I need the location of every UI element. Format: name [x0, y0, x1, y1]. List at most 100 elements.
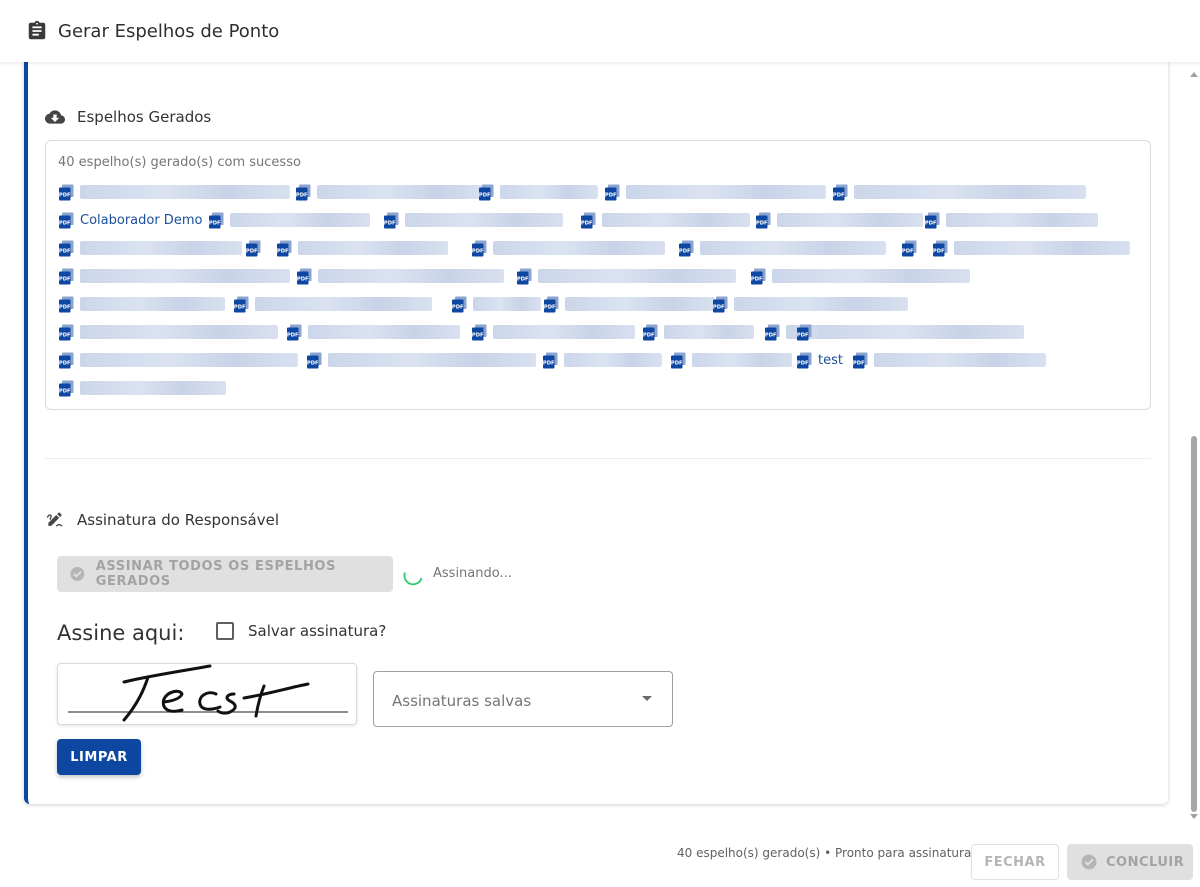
pdf-file-link[interactable]: PDF	[471, 237, 665, 259]
pdf-row: PDF PDF PDF PDF PDF PDF	[58, 319, 1148, 347]
pdf-file-icon: PDF	[542, 352, 558, 369]
pdf-file-link[interactable]: PDF	[580, 209, 750, 231]
pdf-file-link[interactable]: PDF	[58, 265, 290, 287]
dialog-content[interactable]: Espelhos Gerados 40 espelho(s) gerado(s)…	[0, 62, 1200, 825]
clear-signature-button[interactable]: LIMPAR	[57, 739, 141, 775]
pdf-file-link[interactable]: PDF	[542, 349, 662, 371]
svg-text:PDF: PDF	[472, 332, 484, 338]
pdf-row: PDF PDF PDF PDF	[58, 263, 1148, 291]
redacted-file-name	[500, 185, 598, 199]
pdf-file-link[interactable]: PDF	[58, 181, 290, 203]
pdf-file-link[interactable]: PDF	[383, 209, 563, 231]
pdf-file-link[interactable]: PDF	[755, 209, 923, 231]
redacted-file-name	[80, 269, 290, 283]
pdf-file-link[interactable]: PDF	[58, 237, 242, 259]
pdf-file-link[interactable]: PDF	[233, 293, 432, 315]
pdf-file-link[interactable]: PDF	[642, 321, 754, 343]
redacted-file-name	[818, 325, 1024, 339]
pdf-file-link[interactable]: PDF	[796, 321, 1024, 343]
signature-canvas[interactable]	[57, 663, 357, 725]
footer-status-text: 40 espelho(s) gerado(s) • Pronto para as…	[677, 846, 972, 860]
svg-text:PDF: PDF	[605, 192, 617, 198]
pdf-file-link[interactable]: PDF	[295, 181, 487, 203]
pdf-file-icon: PDF	[852, 352, 868, 369]
save-signature-label[interactable]: Salvar assinatura?	[248, 622, 386, 640]
pdf-file-icon: PDF	[678, 240, 694, 257]
svg-text:PDF: PDF	[287, 332, 299, 338]
redacted-file-name	[692, 353, 792, 367]
redacted-file-name	[255, 297, 432, 311]
pdf-file-link[interactable]: PDF	[932, 237, 1130, 259]
svg-text:PDF: PDF	[517, 276, 529, 282]
pdf-file-link[interactable]: PDF	[678, 237, 886, 259]
pdf-file-name: Colaborador Demo	[80, 212, 203, 228]
svg-text:PDF: PDF	[234, 304, 246, 310]
redacted-file-name	[954, 241, 1130, 255]
pdf-file-link[interactable]: PDF	[750, 265, 970, 287]
pdf-file-icon: PDF	[58, 184, 74, 201]
pdf-file-link[interactable]: PDF	[924, 209, 1098, 231]
svg-text:PDF: PDF	[59, 332, 71, 338]
vertical-scrollbar[interactable]	[1188, 62, 1200, 825]
pdf-file-link[interactable]: PDF	[471, 321, 635, 343]
pdf-row: PDF	[58, 375, 1148, 403]
pdf-file-icon: PDF	[208, 212, 224, 229]
pdf-file-icon: PDF	[924, 212, 940, 229]
pdf-file-link[interactable]: PDF	[712, 293, 908, 315]
pdf-file-link[interactable]: PDF	[286, 321, 460, 343]
pdf-file-link[interactable]: PDF	[296, 265, 504, 287]
redacted-file-name	[626, 185, 826, 199]
pdf-file-link[interactable]: PDF	[901, 237, 923, 259]
pdf-file-link[interactable]: PDF	[478, 181, 598, 203]
svg-text:PDF: PDF	[59, 220, 71, 226]
pdf-file-icon: PDF	[750, 268, 766, 285]
pdf-file-link[interactable]: PDF	[245, 237, 267, 259]
pdf-row: PDF Colaborador Demo PDF PDF PDF PDF PDF	[58, 207, 1148, 235]
pdf-file-link[interactable]: PDF	[543, 293, 715, 315]
pdf-file-link[interactable]: PDF	[852, 349, 1046, 371]
pdf-file-link[interactable]: PDF	[58, 321, 278, 343]
pdf-file-link[interactable]: PDF	[58, 349, 298, 371]
saved-signatures-placeholder: Assinaturas salvas	[392, 692, 532, 710]
pdf-file-link[interactable]: PDF Colaborador Demo	[58, 209, 202, 231]
finish-button[interactable]: CONCLUIR	[1067, 844, 1193, 880]
dialog-title: Gerar Espelhos de Ponto	[58, 20, 280, 42]
pdf-file-link[interactable]: PDF	[832, 181, 1086, 203]
pdf-file-icon: PDF	[478, 184, 494, 201]
pdf-file-link[interactable]: PDF	[451, 293, 541, 315]
svg-text:PDF: PDF	[643, 332, 655, 338]
pdf-file-link[interactable]: PDF	[58, 293, 225, 315]
pdf-file-link[interactable]: PDF	[208, 209, 370, 231]
save-signature-checkbox[interactable]	[216, 622, 234, 640]
pdf-file-link[interactable]: PDF	[58, 377, 226, 399]
pdf-file-link[interactable]: PDF	[306, 349, 536, 371]
redacted-file-name	[874, 353, 1046, 367]
redacted-file-name	[80, 381, 226, 395]
svg-text:PDF: PDF	[671, 360, 683, 366]
pdf-file-icon: PDF	[755, 212, 771, 229]
svg-text:PDF: PDF	[59, 192, 71, 198]
section-divider	[45, 458, 1151, 459]
scroll-up-arrow-icon[interactable]	[1190, 72, 1198, 77]
pdf-file-icon: PDF	[276, 240, 292, 257]
pdf-file-link[interactable]: PDF	[604, 181, 826, 203]
pdf-file-link[interactable]: PDF	[516, 265, 736, 287]
redacted-file-name	[734, 297, 908, 311]
svg-text:PDF: PDF	[59, 304, 71, 310]
pdf-file-link[interactable]: PDF	[276, 237, 448, 259]
pdf-file-icon: PDF	[642, 324, 658, 341]
scroll-down-arrow-icon[interactable]	[1190, 814, 1198, 819]
redacted-file-name	[602, 213, 750, 227]
redacted-file-name	[493, 241, 665, 255]
pdf-file-link[interactable]: PDF test	[796, 349, 843, 371]
svg-text:PDF: PDF	[925, 220, 937, 226]
saved-signatures-select[interactable]: Assinaturas salvas	[373, 671, 673, 727]
sign-all-button[interactable]: ASSINAR TODOS OS ESPELHOS GERADOS	[57, 556, 393, 592]
close-button[interactable]: FECHAR	[971, 844, 1059, 880]
pdf-file-icon: PDF	[580, 212, 596, 229]
pdf-file-link[interactable]: PDF	[670, 349, 792, 371]
svg-text:PDF: PDF	[797, 332, 809, 338]
pdf-file-icon: PDF	[516, 268, 532, 285]
scrollbar-thumb[interactable]	[1191, 436, 1197, 812]
pdf-file-icon: PDF	[764, 324, 780, 341]
